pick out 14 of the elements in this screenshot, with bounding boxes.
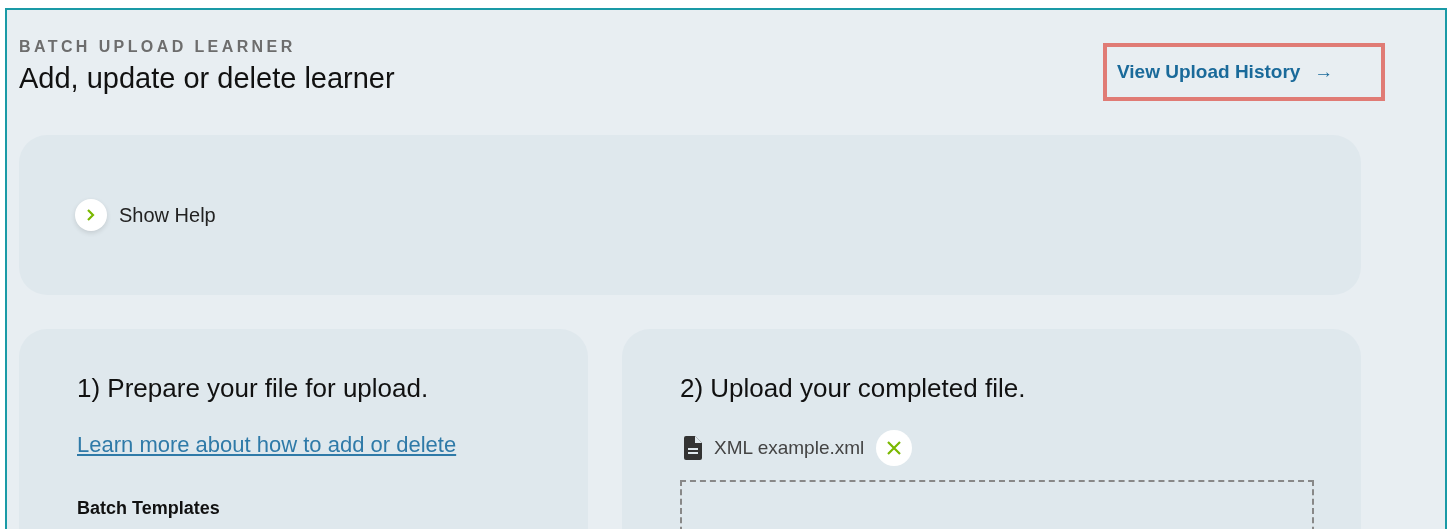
file-name: XML example.xml xyxy=(714,437,865,459)
chevron-icon xyxy=(75,199,107,231)
page-title: Add, update or delete learner xyxy=(19,62,395,95)
batch-templates-heading: Batch Templates xyxy=(77,498,221,519)
remove-file-button[interactable] xyxy=(876,430,913,466)
step-title: 1) Prepare your file for upload. xyxy=(77,373,430,404)
drop-zone[interactable] xyxy=(680,480,1314,529)
learn-more-link[interactable]: Learn more about how to add or delete xyxy=(77,432,457,458)
close-icon xyxy=(886,440,903,456)
page-eyebrow: BATCH UPLOAD LEARNER xyxy=(19,38,297,56)
view-upload-history-link[interactable]: View Upload History → xyxy=(1103,43,1385,101)
step-title: 2) Upload your completed file. xyxy=(680,373,1027,404)
show-help-button[interactable]: Show Help xyxy=(75,199,216,231)
document-icon xyxy=(684,436,702,460)
